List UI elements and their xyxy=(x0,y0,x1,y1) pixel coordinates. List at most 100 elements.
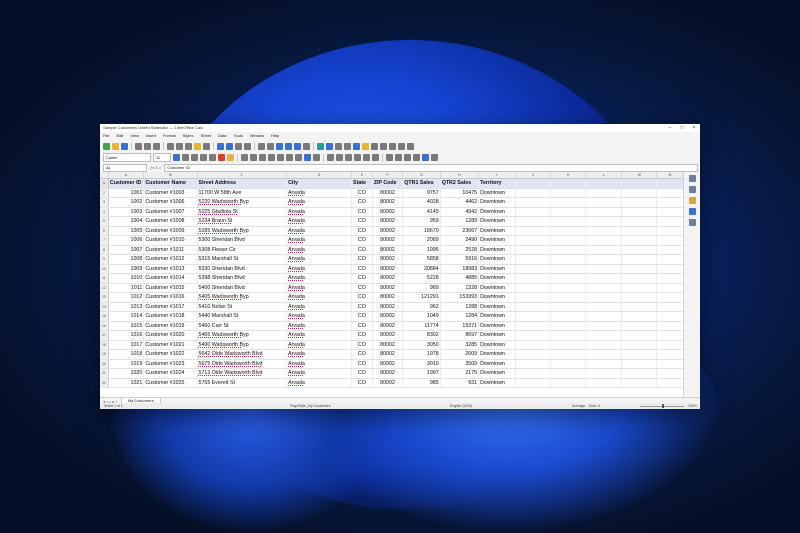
cell[interactable]: Customer #1022 xyxy=(144,350,198,359)
cell[interactable]: CO xyxy=(352,245,373,254)
cell[interactable] xyxy=(551,207,587,216)
cell[interactable] xyxy=(516,217,551,226)
hyperlink-icon[interactable] xyxy=(353,142,360,150)
column-header[interactable]: K xyxy=(551,172,587,178)
cell[interactable]: 5234 Braun St xyxy=(198,217,288,226)
cell[interactable]: CO xyxy=(352,255,373,264)
cell[interactable] xyxy=(586,255,622,264)
cell[interactable]: 5228 xyxy=(403,274,441,283)
cell[interactable]: Arvada xyxy=(287,274,353,283)
cell[interactable]: 80002 xyxy=(373,369,404,378)
cell[interactable]: Downtown xyxy=(479,217,516,226)
menu-data[interactable]: Data xyxy=(218,132,226,140)
cell[interactable]: Arvada xyxy=(287,302,353,311)
cell[interactable]: CO xyxy=(352,283,373,292)
column-header[interactable]: G xyxy=(403,172,441,178)
column-header[interactable]: F xyxy=(373,172,404,178)
cell[interactable]: CO xyxy=(352,188,373,197)
cell[interactable]: 1288 xyxy=(441,302,480,311)
cell[interactable] xyxy=(586,245,622,254)
cell[interactable]: Downtown xyxy=(479,321,516,330)
cell[interactable]: 4462 xyxy=(441,198,480,207)
cell[interactable]: Arvada xyxy=(287,359,353,368)
row-icon[interactable] xyxy=(258,142,265,150)
cell[interactable] xyxy=(657,369,684,378)
cell[interactable] xyxy=(516,293,551,302)
cell[interactable]: 1003 xyxy=(109,207,145,216)
cell[interactable]: CO xyxy=(352,217,373,226)
row-number[interactable]: 16 xyxy=(100,321,109,330)
cell[interactable]: Territory xyxy=(479,179,516,188)
cell[interactable] xyxy=(622,340,658,349)
cell[interactable] xyxy=(516,340,551,349)
cell[interactable]: 1011 xyxy=(109,283,145,292)
headers-footers-icon[interactable] xyxy=(371,142,378,150)
cell[interactable]: Customer #1023 xyxy=(144,359,198,368)
cell[interactable]: 80002 xyxy=(373,198,404,207)
cell[interactable]: 5405 Wadsworth Byp xyxy=(198,293,288,302)
cell[interactable]: 8697 xyxy=(441,331,480,340)
cell[interactable] xyxy=(551,198,587,207)
column-header[interactable]: C xyxy=(198,172,288,178)
cell[interactable]: Arvada xyxy=(287,283,353,292)
cell[interactable]: CO xyxy=(352,378,373,387)
column-header[interactable]: D xyxy=(287,172,353,178)
cell[interactable]: Arvada xyxy=(287,217,353,226)
cell[interactable]: 5713 Olde Wadsworth Blvd xyxy=(198,369,288,378)
cell[interactable]: ZIP Code xyxy=(372,179,404,188)
cell[interactable]: Arvada xyxy=(287,188,353,197)
cell[interactable]: 1049 xyxy=(403,312,441,321)
menu-format[interactable]: Format xyxy=(163,132,176,140)
bold-icon[interactable] xyxy=(173,154,180,161)
cell[interactable]: 1013 xyxy=(109,302,145,311)
row-number[interactable]: 2 xyxy=(100,188,109,197)
cell[interactable]: 5755 Everett St xyxy=(198,378,288,387)
clear-formatting-icon[interactable] xyxy=(203,142,210,150)
align-left-icon[interactable] xyxy=(241,154,248,161)
cell[interactable]: 1020 xyxy=(109,369,145,378)
cell[interactable]: 5858 xyxy=(403,255,441,264)
cell[interactable] xyxy=(551,236,587,245)
cell[interactable]: Arvada xyxy=(287,236,353,245)
cell[interactable]: 18983 xyxy=(441,264,480,273)
formula-input[interactable]: Customer ID xyxy=(164,163,698,172)
cell[interactable]: 80002 xyxy=(373,245,404,254)
cell[interactable]: 11700 W 58th Ave xyxy=(198,188,288,197)
cell[interactable] xyxy=(516,274,551,283)
spreadsheet-grid[interactable]: A B C D E F G H I J K L M N 1 Customer ID… xyxy=(100,172,684,397)
minimize-button[interactable]: – xyxy=(664,124,676,132)
strikethrough-icon[interactable] xyxy=(200,154,207,161)
align-right-icon[interactable] xyxy=(259,154,266,161)
cell[interactable] xyxy=(622,302,658,311)
cell[interactable] xyxy=(657,350,684,359)
new-icon[interactable] xyxy=(103,142,110,150)
menu-insert[interactable]: Insert xyxy=(146,132,156,140)
percent-format-icon[interactable] xyxy=(336,154,343,161)
cell[interactable] xyxy=(586,340,622,349)
cell[interactable]: 9757 xyxy=(403,188,441,197)
cell[interactable]: 959 xyxy=(403,217,441,226)
column-header[interactable]: A xyxy=(109,172,145,178)
cell[interactable]: 121291 xyxy=(403,293,441,302)
row-number[interactable]: 13 xyxy=(100,293,109,302)
cell[interactable] xyxy=(551,179,587,188)
cell[interactable]: 4885 xyxy=(441,274,480,283)
cell[interactable] xyxy=(622,283,658,292)
show-draw-functions-icon[interactable] xyxy=(407,142,414,150)
cell[interactable]: Downtown xyxy=(479,293,516,302)
cell[interactable] xyxy=(622,255,658,264)
cell[interactable]: Customer #1007 xyxy=(144,207,198,216)
cell[interactable]: Arvada xyxy=(287,293,353,302)
cell[interactable] xyxy=(551,331,587,340)
maximize-button[interactable]: □ xyxy=(676,124,688,132)
cell[interactable]: Downtown xyxy=(479,312,516,321)
cell[interactable] xyxy=(586,264,622,273)
cell[interactable] xyxy=(516,207,551,216)
cell[interactable] xyxy=(551,369,587,378)
cell[interactable]: Downtown xyxy=(479,255,516,264)
cell[interactable]: 8302 xyxy=(403,331,441,340)
cell[interactable] xyxy=(622,236,658,245)
cell[interactable]: CO xyxy=(352,274,373,283)
cell[interactable] xyxy=(657,302,684,311)
cell[interactable] xyxy=(551,188,587,197)
